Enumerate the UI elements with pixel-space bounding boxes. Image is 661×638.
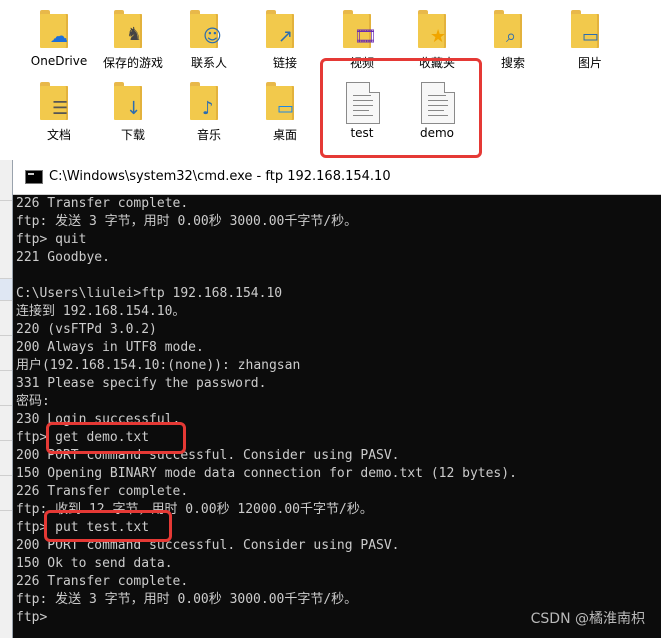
folder-icon: ♪: [190, 82, 228, 122]
csdn-watermark: CSDN @橘淮南枳: [530, 611, 645, 627]
music-icon: ♪: [202, 98, 214, 119]
folder-music[interactable]: ♪ 音乐: [174, 82, 244, 143]
folder-saved-games[interactable]: ♞ 保存的游戏: [98, 10, 168, 71]
console-line: 221 Goodbye.: [16, 250, 110, 265]
favorites-icon: ★: [430, 26, 447, 47]
console-line: 连接到 192.168.154.10。: [16, 304, 186, 319]
item-label: 保存的游戏: [102, 56, 163, 70]
files-highlight: [320, 58, 482, 158]
links-icon: ↗: [278, 26, 294, 47]
folder-documents[interactable]: ☰ 文档: [24, 82, 94, 143]
console-line: 331 Please specify the password.: [16, 376, 267, 391]
videos-icon: 🎞: [354, 26, 377, 47]
folder-icon: 🎞: [343, 10, 381, 50]
cmd-title: C:\Windows\system32\cmd.exe - ftp 192.16…: [49, 169, 391, 184]
console-line: 226 Transfer complete.: [16, 484, 189, 499]
search-icon: ⌕: [506, 26, 517, 47]
cmd-titlebar[interactable]: C:\Windows\system32\cmd.exe - ftp 192.16…: [13, 160, 661, 195]
console-line: 150 Ok to send data.: [16, 556, 173, 571]
contacts-icon: ☺: [203, 26, 222, 47]
folder-search[interactable]: ⌕ 搜索: [478, 10, 548, 71]
folder-desktop[interactable]: ▭ 桌面: [250, 82, 320, 143]
documents-icon: ☰: [52, 98, 69, 119]
console-line: 用户(192.168.154.10:(none)): zhangsan: [16, 358, 301, 373]
console-line: 226 Transfer complete.: [16, 574, 189, 589]
folder-icon: ↓: [114, 82, 152, 122]
console-line: 150 Opening BINARY mode data connection …: [16, 466, 517, 481]
console-line: ftp: 发送 3 字节，用时 0.00秒 3000.00千字节/秒。: [16, 592, 358, 607]
get-command-highlight: [46, 422, 186, 454]
item-label: 下载: [120, 128, 145, 142]
folder-icon: ☺: [190, 10, 228, 50]
folder-icon: ♞: [114, 10, 152, 50]
item-label: 图片: [577, 56, 602, 70]
folder-links[interactable]: ↗ 链接: [250, 10, 320, 71]
item-label: 联系人: [190, 56, 227, 70]
put-command-highlight: [44, 510, 172, 542]
folder-contacts[interactable]: ☺ 联系人: [174, 10, 244, 71]
folder-onedrive[interactable]: ☁ OneDrive: [24, 10, 94, 68]
console-line: ftp> quit: [16, 232, 87, 247]
downloads-icon: ↓: [126, 98, 142, 119]
folder-icon: ☁: [40, 10, 78, 50]
folder-icon: ↗: [266, 10, 304, 50]
folder-icon: ☰: [40, 82, 78, 122]
console-line: C:\Users\liulei>ftp 192.168.154.10: [16, 286, 283, 301]
cmd-app-icon: [25, 170, 43, 184]
console-line: 200 Always in UTF8 mode.: [16, 340, 204, 355]
folder-downloads[interactable]: ↓ 下载: [98, 82, 168, 143]
saved-games-icon: ♞: [126, 24, 143, 45]
console-line: ftp: 发送 3 字节，用时 0.00秒 3000.00千字节/秒。: [16, 214, 358, 229]
selected-row: [0, 278, 12, 300]
folder-icon: ★: [418, 10, 456, 50]
console-line: 密码:: [16, 394, 50, 409]
folder-icon: ▭: [571, 10, 609, 50]
file-explorer: ☁ OneDrive ♞ 保存的游戏 ☺ 联系人 ↗ 链接 🎞 视频 ★ 收藏夹…: [0, 0, 661, 160]
onedrive-cloud-icon: ☁: [50, 26, 68, 47]
folder-icon: ▭: [266, 82, 304, 122]
item-label: OneDrive: [30, 54, 88, 68]
item-label: 桌面: [272, 128, 297, 142]
cmd-console[interactable]: 226 Transfer complete. ftp: 发送 3 字节，用时 0…: [13, 195, 661, 638]
folder-pictures[interactable]: ▭ 图片: [555, 10, 625, 71]
pictures-icon: ▭: [582, 26, 600, 47]
folder-icon: ⌕: [494, 10, 532, 50]
console-line: 220 (vsFTPd 3.0.2): [16, 322, 157, 337]
cmd-window[interactable]: C:\Windows\system32\cmd.exe - ftp 192.16…: [12, 160, 661, 638]
desktop-icon: ▭: [277, 98, 295, 119]
console-line: 226 Transfer complete.: [16, 196, 189, 211]
item-label: 链接: [272, 56, 297, 70]
item-label: 文档: [46, 128, 71, 142]
item-label: 音乐: [196, 128, 221, 142]
item-label: 搜索: [500, 56, 525, 70]
